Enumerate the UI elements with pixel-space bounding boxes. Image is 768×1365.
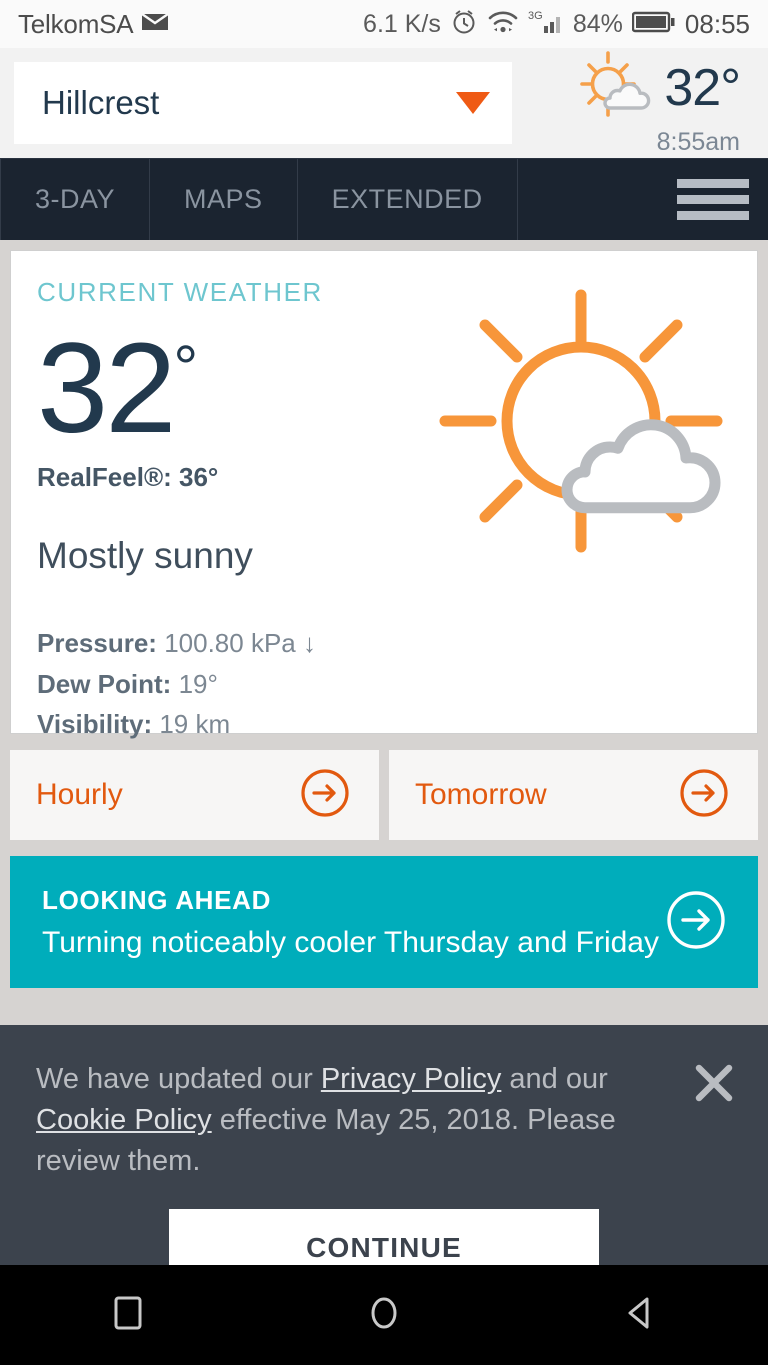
carrier-label: TelkomSA: [18, 8, 134, 39]
sun-cloud-icon-small: [578, 49, 662, 126]
detail-dew-point: Dew Point: 19°: [37, 668, 218, 699]
main-content: CURRENT WEATHER 32° RealFeel®: 36° Mostl…: [0, 240, 768, 988]
detail-list: Pressure: 100.80 kPa ↓ Dew Point: 19° Vi…: [37, 623, 731, 744]
current-weather-card: CURRENT WEATHER 32° RealFeel®: 36° Mostl…: [10, 250, 758, 739]
tomorrow-button[interactable]: Tomorrow: [389, 750, 758, 840]
android-nav-bar: [0, 1265, 768, 1365]
privacy-banner: We have updated our Privacy Policy and o…: [0, 1025, 768, 1287]
alarm-icon: [450, 8, 478, 41]
header-temp-row: 32°: [578, 49, 741, 126]
looking-ahead-text: Turning noticeably cooler Thursday and F…: [42, 925, 659, 959]
home-button[interactable]: [324, 1265, 444, 1365]
hamburger-menu-icon[interactable]: [658, 159, 768, 240]
status-bar-right: 6.1 K/s 3G 84% 08:55: [363, 8, 750, 41]
caret-down-icon[interactable]: [456, 92, 490, 114]
network-speed-label: 6.1 K/s: [363, 9, 441, 38]
detail-pressure: Pressure: 100.80 kPa ↓: [37, 628, 316, 659]
location-select[interactable]: Hillcrest: [14, 62, 512, 144]
square-recents-icon: [108, 1293, 148, 1338]
cookie-policy-link[interactable]: Cookie Policy: [36, 1104, 212, 1136]
android-status-bar: TelkomSA 6.1 K/s 3G 84% 08:55: [0, 0, 768, 48]
network-type-label: 3G: [528, 8, 564, 41]
close-icon[interactable]: [688, 1057, 740, 1109]
mail-icon: [141, 12, 170, 37]
realfeel-label: RealFeel®:: [37, 462, 172, 493]
header-temperature: 32°: [664, 58, 741, 117]
battery-icon: [631, 10, 676, 39]
tab-extended[interactable]: EXTENDED: [298, 159, 518, 240]
hamburger-bar: [677, 179, 749, 188]
location-name: Hillcrest: [42, 84, 160, 121]
svg-text:3G: 3G: [528, 10, 543, 22]
privacy-text-part2: and our: [501, 1063, 608, 1095]
sun-cloud-icon: [433, 287, 723, 567]
quick-links-row: Hourly Tomorrow: [10, 750, 758, 840]
recents-button[interactable]: [68, 1265, 188, 1365]
arrow-right-circle-icon[interactable]: [664, 888, 728, 957]
location-header: Hillcrest 32° 8:55am: [0, 48, 768, 158]
arrow-right-circle-icon: [678, 767, 730, 824]
hamburger-bar: [677, 211, 749, 220]
header-observation-time: 8:55am: [656, 128, 740, 156]
detail-visibility: Visibility: 19 km: [37, 708, 231, 739]
privacy-text-part1: We have updated our: [36, 1063, 321, 1095]
status-bar-clock: 08:55: [684, 8, 750, 39]
privacy-banner-text: We have updated our Privacy Policy and o…: [36, 1059, 676, 1183]
realfeel-value: 36°: [179, 462, 219, 493]
phone-screen: TelkomSA 6.1 K/s 3G 84% 08:55 Hillcrest …: [0, 0, 768, 1365]
tab-navigation: 3-DAY MAPS EXTENDED: [0, 158, 768, 240]
status-bar-left: TelkomSA: [18, 8, 170, 40]
header-current-conditions[interactable]: 32° 8:55am: [512, 49, 754, 157]
hourly-button[interactable]: Hourly: [10, 750, 379, 840]
tab-3-day[interactable]: 3-DAY: [0, 159, 151, 240]
wifi-icon: [487, 9, 519, 40]
looking-ahead-kicker: LOOKING AHEAD: [42, 884, 272, 915]
tab-spacer: [518, 159, 658, 240]
hamburger-bar: [677, 195, 749, 204]
hourly-label: Hourly: [36, 778, 123, 811]
arrow-right-circle-icon: [299, 767, 351, 824]
triangle-back-icon: [620, 1293, 660, 1338]
tab-maps[interactable]: MAPS: [150, 159, 298, 240]
privacy-policy-link[interactable]: Privacy Policy: [321, 1063, 502, 1095]
battery-percent-label: 84%: [572, 9, 623, 38]
tomorrow-label: Tomorrow: [415, 778, 547, 811]
looking-ahead-banner[interactable]: LOOKING AHEAD Turning noticeably cooler …: [10, 856, 758, 988]
circle-home-icon: [364, 1293, 404, 1338]
back-button[interactable]: [580, 1265, 700, 1365]
looking-ahead-text-block: LOOKING AHEAD Turning noticeably cooler …: [42, 885, 659, 960]
